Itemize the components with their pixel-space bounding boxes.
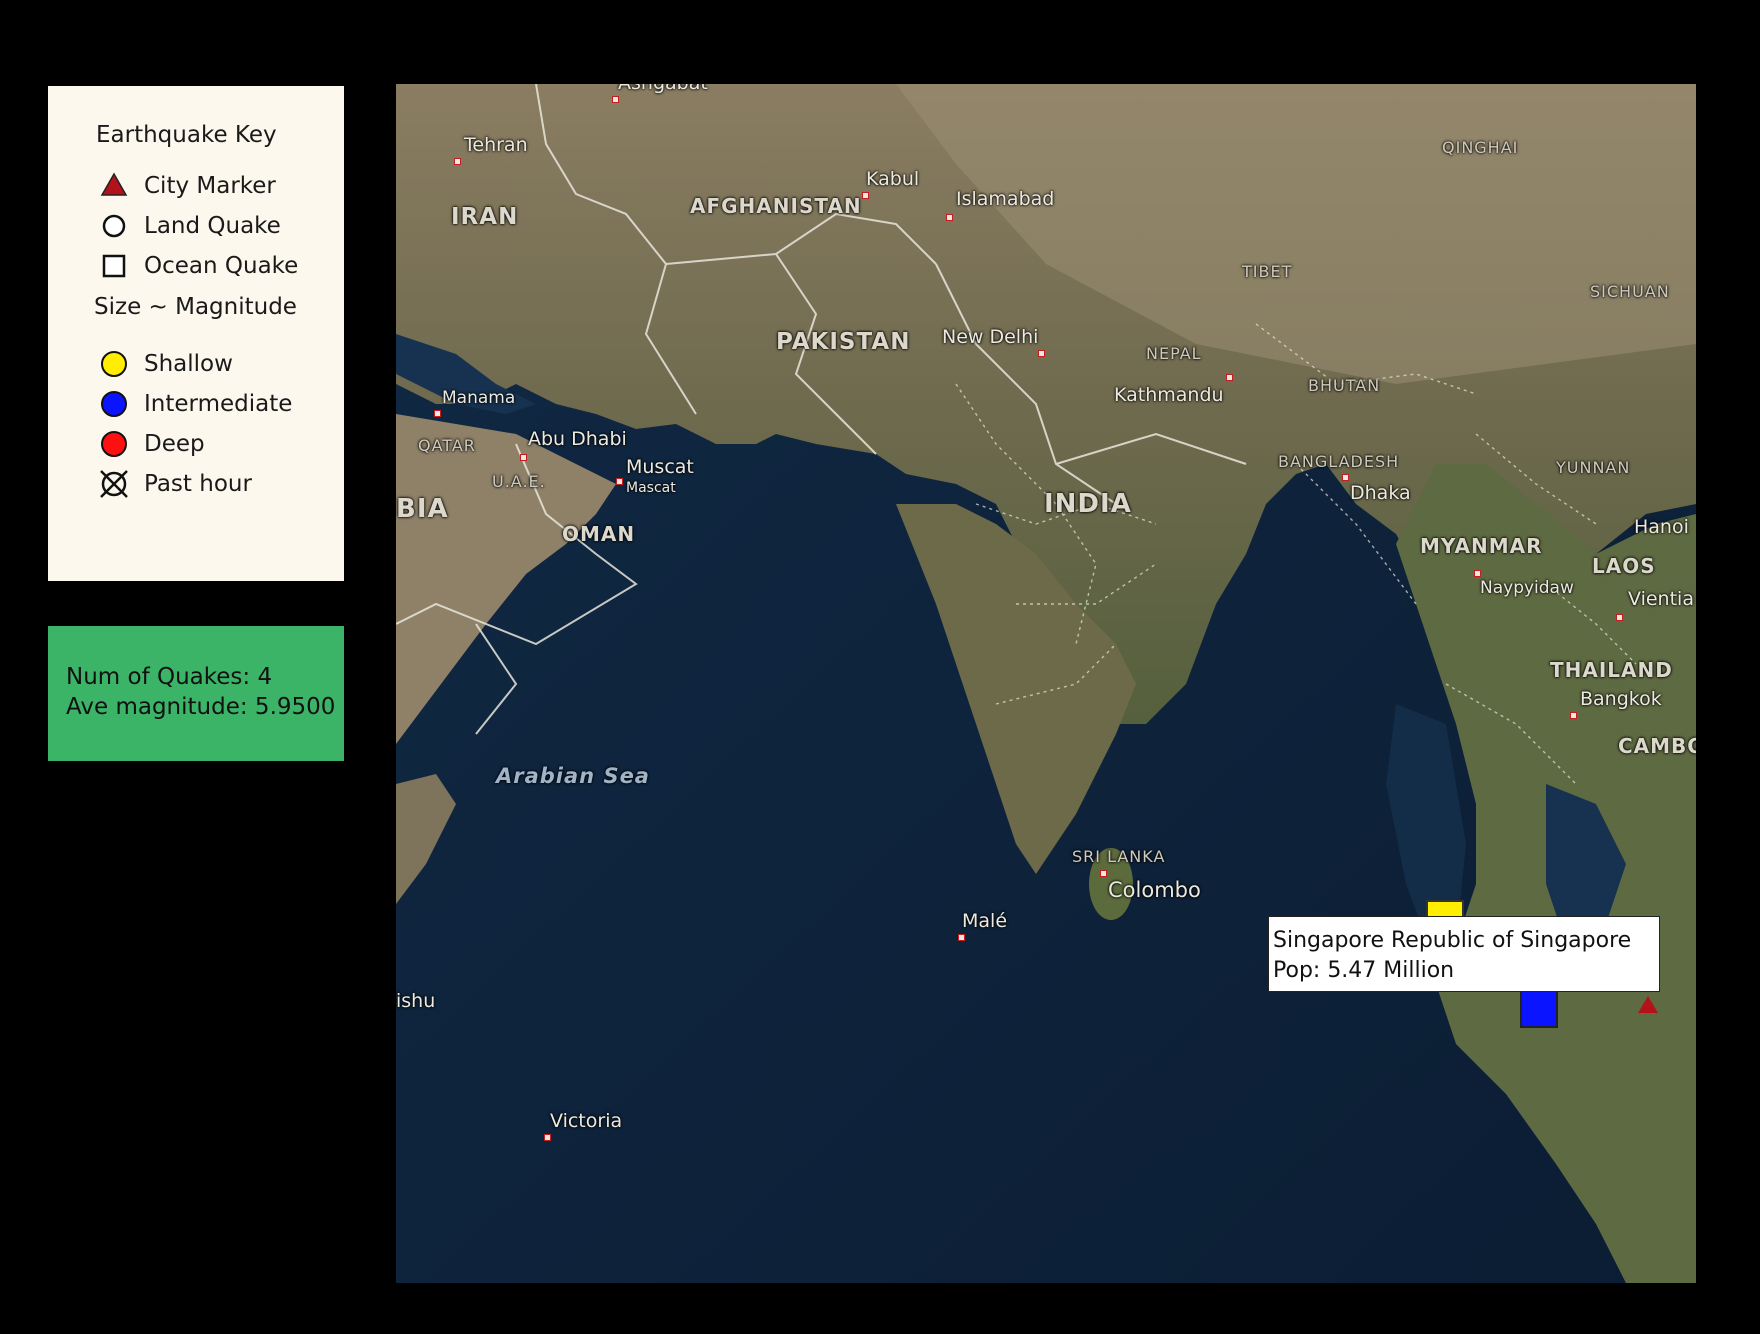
- earthquake-key-panel: Earthquake Key City Marker Land Quake Oc…: [48, 86, 344, 581]
- city-dot-bangkok: [1570, 712, 1577, 719]
- key-item-city-marker: City Marker: [98, 170, 276, 202]
- label-manama: Manama: [442, 388, 516, 408]
- city-dot-kabul: [862, 192, 869, 199]
- city-dot-tehran: [454, 158, 461, 165]
- shallow-icon: [98, 348, 130, 380]
- map-view[interactable]: IRAN AFGHANISTAN PAKISTAN INDIA OMAN MYA…: [396, 84, 1696, 1283]
- label-nepal: NEPAL: [1146, 344, 1202, 363]
- label-arabia: BIA: [396, 494, 449, 524]
- city-dot-ashgabat: [612, 96, 619, 103]
- city-marker-singapore[interactable]: [1638, 996, 1658, 1013]
- past-hour-icon: [98, 468, 130, 500]
- key-item-deep: Deep: [98, 428, 205, 460]
- label-pakistan: PAKISTAN: [776, 329, 911, 355]
- tooltip-city-name: Singapore Republic of Singapore: [1273, 928, 1632, 953]
- key-item-past-hour: Past hour: [98, 468, 252, 500]
- label-ashgabat: Ashgabat: [618, 84, 708, 94]
- label-islamabad: Islamabad: [956, 188, 1055, 210]
- land-quake-icon: [98, 210, 130, 242]
- label-hanoi: Hanoi: [1634, 516, 1689, 538]
- label-bangladesh: BANGLADESH: [1278, 452, 1400, 471]
- label-bhutan: BHUTAN: [1308, 376, 1381, 395]
- label-dhaka: Dhaka: [1350, 482, 1411, 504]
- label-sri-lanka: SRI LANKA: [1072, 847, 1166, 866]
- quake-marker-intermediate[interactable]: [1520, 990, 1558, 1028]
- city-dot-manama: [434, 410, 441, 417]
- label-ishu: ishu: [396, 990, 436, 1012]
- label-iran: IRAN: [451, 204, 519, 230]
- label-myanmar: MYANMAR: [1420, 534, 1543, 558]
- label-uae: U.A.E.: [492, 472, 546, 491]
- city-dot-abu-dhabi: [520, 454, 527, 461]
- key-item-shallow: Shallow: [98, 348, 233, 380]
- city-dot-muscat: [616, 478, 623, 485]
- city-dot-kathmandu: [1226, 374, 1233, 381]
- num-quakes-text: Num of Quakes: 4: [66, 664, 273, 690]
- city-dot-victoria: [544, 1134, 551, 1141]
- quake-stats-panel: Num of Quakes: 4 Ave magnitude: 5.9500: [48, 626, 344, 761]
- label-qinghai: QINGHAI: [1442, 138, 1519, 157]
- label-sichuan: SICHUAN: [1590, 282, 1670, 301]
- label-laos: LAOS: [1592, 554, 1656, 578]
- label-new-delhi: New Delhi: [942, 326, 1039, 348]
- city-tooltip: Singapore Republic of Singapore Pop: 5.4…: [1268, 916, 1660, 992]
- label-abu-dhabi: Abu Dhabi: [528, 428, 627, 450]
- key-title: Earthquake Key: [96, 122, 277, 148]
- city-dot-colombo: [1100, 870, 1107, 877]
- label-qatar: QATAR: [418, 436, 476, 455]
- city-dot-naypyidaw: [1474, 570, 1481, 577]
- key-item-land-quake: Land Quake: [98, 210, 281, 242]
- city-dot-islamabad: [946, 214, 953, 221]
- label-vientiane: Vientia: [1628, 588, 1694, 610]
- label-muscat: Muscat: [626, 456, 694, 478]
- city-dot-new-delhi: [1038, 350, 1045, 357]
- label-oman: OMAN: [562, 522, 636, 546]
- label-afghanistan: AFGHANISTAN: [690, 194, 862, 218]
- size-magnitude-note: Size ~ Magnitude: [94, 294, 297, 320]
- city-dot-vientiane: [1616, 614, 1623, 621]
- label-victoria: Victoria: [550, 1110, 623, 1132]
- label-india: INDIA: [1044, 489, 1132, 519]
- label-male: Malé: [962, 910, 1008, 932]
- city-dot-male: [958, 934, 965, 941]
- label-colombo: Colombo: [1108, 878, 1201, 902]
- map-terrain: [396, 84, 1696, 1283]
- label-kathmandu: Kathmandu: [1114, 384, 1224, 406]
- label-yunnan: YUNNAN: [1556, 458, 1631, 477]
- ave-magnitude-text: Ave magnitude: 5.9500: [66, 694, 336, 720]
- label-naypyidaw: Naypyidaw: [1480, 578, 1574, 598]
- label-arabian-sea: Arabian Sea: [496, 764, 650, 788]
- city-dot-dhaka: [1342, 474, 1349, 481]
- label-kabul: Kabul: [866, 168, 920, 190]
- tooltip-population: Pop: 5.47 Million: [1273, 958, 1455, 983]
- ocean-quake-icon: [98, 250, 130, 282]
- city-marker-icon: [98, 170, 130, 202]
- label-tibet: TIBET: [1242, 262, 1293, 281]
- label-tehran: Tehran: [464, 134, 528, 156]
- label-bangkok: Bangkok: [1580, 688, 1662, 710]
- label-mascat: Mascat: [626, 480, 676, 496]
- key-item-ocean-quake: Ocean Quake: [98, 250, 298, 282]
- intermediate-icon: [98, 388, 130, 420]
- deep-icon: [98, 428, 130, 460]
- label-cambodia: CAMBO: [1618, 734, 1696, 758]
- label-thailand: THAILAND: [1550, 658, 1673, 682]
- key-item-intermediate: Intermediate: [98, 388, 292, 420]
